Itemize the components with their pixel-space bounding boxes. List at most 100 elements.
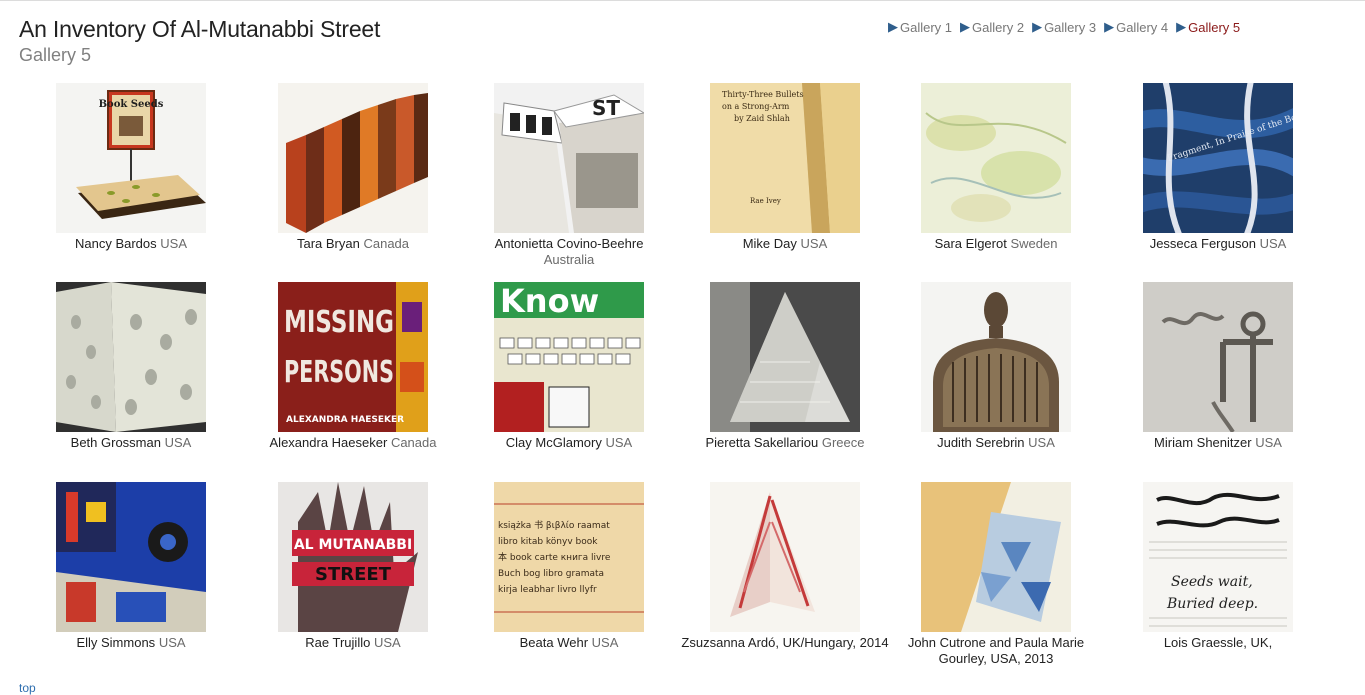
artist-name: Miriam Shenitzer [1154,435,1252,450]
artist-name: Tara Bryan [296,236,360,251]
gallery-item: Elly Simmons USA [23,482,239,651]
artwork-thumbnail[interactable] [921,83,1071,233]
svg-text:książka 书 βιβλίο raamat: książka 书 βιβλίο raamat [498,520,610,531]
svg-text:libro kitab könyv book: libro kitab könyv book [498,537,598,547]
gallery-item: Miriam Shenitzer USA [1110,282,1326,451]
artwork-thumbnail[interactable]: Book Seeds [56,83,206,233]
page-title: An Inventory Of Al-Mutanabbi Street [19,16,381,42]
gallery-item: ST Antonietta Covino-Beehre Australia [461,83,677,268]
artist-country: Canada [390,435,437,450]
artwork-thumbnail[interactable] [921,282,1071,432]
artwork-thumbnail[interactable] [710,282,860,432]
artist-country: USA [1255,435,1282,450]
artist-name: John Cutrone and Paula Marie Gourley, US… [907,635,1085,666]
artist-country: USA [164,435,192,450]
nav-gallery-1[interactable]: ▶ Gallery 1 [888,19,952,35]
gallery-item: John Cutrone and Paula Marie Gourley, US… [888,482,1104,667]
artwork-thumbnail[interactable]: Know [494,282,644,432]
artwork-thumbnail[interactable]: książka 书 βιβλίο raamat libro kitab köny… [494,482,644,632]
page-subtitle: Gallery 5 [19,45,92,65]
gallery-item: Pieretta Sakellariou Greece [677,282,893,451]
back-to-top-link[interactable]: top [19,681,36,695]
artwork-thumbnail[interactable]: AL MUTANABBI STREET [278,482,428,632]
artist-name: Antonietta Covino-Beehre [494,236,644,251]
nav-label: Gallery 2 [972,19,1025,35]
seeds-wait-text: Seeds wait, [1171,574,1253,590]
artwork-thumbnail[interactable]: Thirty-Three Bullets on a Strong-Arm by … [710,83,860,233]
missing-text: MISSING [284,305,394,340]
artist-country: USA [160,236,187,251]
nav-gallery-5[interactable]: ▶ Gallery 5 [1176,19,1240,35]
svg-text:ST: ST [592,96,620,120]
artist-country: Sweden [1010,236,1058,251]
artist-name: Elly Simmons [76,635,156,650]
street-text: STREET [315,564,392,585]
gallery-item: Know Clay McGlamory USA [461,282,677,451]
artwork-thumbnail[interactable] [56,482,206,632]
artist-name: Lois Graessle, UK, [1163,635,1273,650]
artist-country: Australia [543,252,595,267]
gallery-item: AL MUTANABBI STREET Rae Trujillo USA [245,482,461,651]
artist-name: Rae Trujillo [305,635,371,650]
svg-text:Buch bog libro gramata: Buch bog libro gramata [498,569,604,579]
nav-gallery-3[interactable]: ▶ Gallery 3 [1032,19,1096,35]
nav-gallery-4[interactable]: ▶ Gallery 4 [1104,19,1168,35]
svg-text:Thirty-Three Bullets: Thirty-Three Bullets [722,90,804,99]
artist-name: Mike Day [742,236,797,251]
artwork-thumbnail[interactable]: Fragment, In Praise of the Book [1143,83,1293,233]
gallery-item: Judith Serebrin USA [888,282,1104,451]
artist-country: USA [591,635,619,650]
artist-country: USA [800,236,828,251]
artist-name: Alexandra Haeseker [269,435,388,450]
artist-country: Greece [821,435,865,450]
triangle-right-icon: ▶ [888,19,898,34]
gallery-item: Zsuzsanna Ardó, UK/Hungary, 2014 [677,482,893,651]
buried-deep-text: Buried deep. [1166,596,1258,612]
artwork-thumbnail[interactable]: MISSING PERSONS ALEXANDRA HAESEKER [278,282,428,432]
svg-text:本 book carte книга livre: 本 book carte книга livre [498,551,611,563]
gallery-item: Beth Grossman USA [23,282,239,451]
know-text: Know [500,282,599,320]
gallery-item: Tara Bryan Canada [245,83,461,252]
nav-label: Gallery 1 [900,19,953,35]
gallery-nav: ▶ Gallery 1 ▶ Gallery 2 ▶ Gallery 3 ▶ Galler… [888,19,1248,35]
artwork-thumbnail[interactable]: Seeds wait, Buried deep. [1143,482,1293,632]
artist-country: USA [373,635,401,650]
svg-text:Rae Ivey: Rae Ivey [750,197,781,205]
author-text: ALEXANDRA HAESEKER [286,415,404,425]
artist-country: USA [1259,236,1287,251]
artist-country: Canada [363,236,410,251]
artist-name: Nancy Bardos [74,236,157,251]
gallery-item: Fragment, In Praise of the Book Jesseca … [1110,83,1326,252]
svg-text:on a Strong-Arm: on a Strong-Arm [722,102,790,111]
svg-text:by Zaid Shlah: by Zaid Shlah [734,114,790,123]
gallery-item: Thirty-Three Bullets on a Strong-Arm by … [677,83,893,252]
artwork-thumbnail[interactable]: ST [494,83,644,233]
artist-name: Sara Elgerot [934,236,1007,251]
artist-name: Beth Grossman [70,435,161,450]
artist-name: Jesseca Ferguson [1149,236,1256,251]
artist-name: Clay McGlamory [505,435,602,450]
gallery-item: Sara Elgerot Sweden [888,83,1104,252]
gallery-item: Book Seeds Nancy Bardos USA [23,83,239,252]
artwork-thumbnail[interactable] [1143,282,1293,432]
book-sign-text: Book Seeds [99,99,164,110]
nav-label: Gallery 4 [1116,19,1169,35]
svg-text:kirja leabhar livro llyfr: kirja leabhar livro llyfr [498,585,597,595]
nav-gallery-2[interactable]: ▶ Gallery 2 [960,19,1024,35]
artist-name: Beata Wehr [519,635,589,650]
artist-name: Judith Serebrin [937,435,1025,450]
artist-country: USA [605,435,633,450]
artist-name: Zsuzsanna Ardó, UK/Hungary, 2014 [681,635,889,650]
nav-label: Gallery 5 [1188,19,1241,35]
artwork-thumbnail[interactable] [710,482,860,632]
nav-label: Gallery 3 [1044,19,1097,35]
artist-name: Pieretta Sakellariou [705,435,819,450]
artwork-thumbnail[interactable] [56,282,206,432]
artist-country: USA [1028,435,1055,450]
triangle-right-icon: ▶ [1176,19,1187,34]
artwork-thumbnail[interactable] [921,482,1071,632]
persons-text: PERSONS [284,355,394,390]
artwork-thumbnail[interactable] [278,83,428,233]
triangle-right-icon: ▶ [1104,19,1115,34]
